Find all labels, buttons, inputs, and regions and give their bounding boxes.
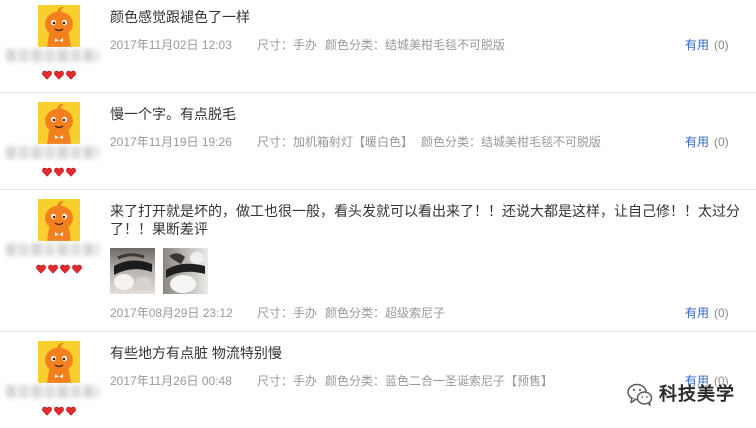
sku-color-label: 颜色分类： bbox=[325, 306, 386, 320]
rank-heart-icon bbox=[54, 406, 64, 416]
review-item: 颜色感觉跟褪色了一样 2017年11月02日 12:03 尺寸：手办 颜色分类：… bbox=[0, 0, 756, 93]
wechat-icon bbox=[627, 383, 653, 407]
sku-size-label: 尺寸： bbox=[257, 135, 294, 149]
review-date: 2017年11月19日 19:26 bbox=[110, 135, 232, 149]
useful-count: (0) bbox=[714, 135, 729, 149]
rank-heart-icon bbox=[72, 264, 82, 274]
sku-color-value: 超级索尼子 bbox=[385, 306, 446, 320]
useful-vote: 有用 (0) bbox=[685, 134, 729, 150]
useful-button[interactable]: 有用 bbox=[685, 306, 709, 320]
review-text: 有些地方有点脏 物流特别慢 bbox=[110, 345, 282, 361]
review-item: 有些地方有点脏 物流特别慢 2017年11月26日 00:48 尺寸：手办 颜色… bbox=[0, 332, 756, 425]
sku-color: 颜色分类：结城美柑毛毯不可脱版 bbox=[325, 37, 505, 53]
rank-heart-icon bbox=[42, 167, 52, 177]
review-text: 来了打开就是坏的，做工也很一般，看头发就可以看出来了！！还说大都是这样，让自己修… bbox=[110, 203, 740, 237]
sku-size-label: 尺寸： bbox=[257, 306, 294, 320]
review-date: 2017年08月29日 23:12 bbox=[110, 306, 233, 320]
reviewer-avatar bbox=[38, 5, 80, 47]
buyer-rank-hearts bbox=[0, 70, 118, 80]
review-list: 颜色感觉跟褪色了一样 2017年11月02日 12:03 尺寸：手办 颜色分类：… bbox=[0, 0, 756, 428]
review-item: 来了打开就是坏的，做工也很一般，看头发就可以看出来了！！还说大都是这样，让自己修… bbox=[0, 190, 756, 332]
rank-heart-icon bbox=[48, 264, 58, 274]
rank-heart-icon bbox=[66, 167, 76, 177]
watermark-text: 科技美学 bbox=[659, 384, 735, 404]
sku-color-value: 结城美柑毛毯不可脱版 bbox=[481, 135, 602, 149]
review-photo-thumbnail[interactable] bbox=[163, 248, 208, 294]
review-content: 颜色感觉跟褪色了一样 2017年11月02日 12:03 尺寸：手办 颜色分类：… bbox=[110, 8, 756, 53]
rank-heart-icon bbox=[42, 70, 52, 80]
review-text: 颜色感觉跟褪色了一样 bbox=[110, 9, 250, 25]
sku-color-label: 颜色分类： bbox=[421, 135, 482, 149]
sku-color: 颜色分类：超级索尼子 bbox=[325, 305, 445, 321]
review-meta: 2017年08月29日 23:12 尺寸：手办 颜色分类：超级索尼子 有用 (0) bbox=[110, 305, 756, 321]
reviewer-avatar bbox=[38, 102, 80, 144]
sku-color-value: 结城美柑毛毯不可脱版 bbox=[385, 38, 506, 52]
rank-heart-icon bbox=[54, 70, 64, 80]
sku-color: 颜色分类：结城美柑毛毯不可脱版 bbox=[421, 134, 601, 150]
reviewer-name-blurred bbox=[6, 243, 100, 256]
review-content: 来了打开就是坏的，做工也很一般，看头发就可以看出来了！！还说大都是这样，让自己修… bbox=[110, 202, 756, 321]
useful-count: (0) bbox=[714, 38, 729, 52]
sku-color-label: 颜色分类： bbox=[325, 374, 386, 388]
sku-size-label: 尺寸： bbox=[257, 374, 294, 388]
review-item: 慢一个字。有点脱毛 2017年11月19日 19:26 尺寸：加机箱射灯【暖白色… bbox=[0, 93, 756, 190]
reviewer-name-blurred bbox=[6, 49, 100, 62]
reviewer-name-blurred bbox=[6, 385, 100, 398]
sku-size: 尺寸：手办 bbox=[257, 37, 317, 53]
buyer-rank-hearts bbox=[0, 264, 118, 274]
review-text: 慢一个字。有点脱毛 bbox=[110, 106, 236, 122]
sku-size: 尺寸：加机箱射灯【暖白色】 bbox=[257, 134, 413, 150]
sku-size-value: 手办 bbox=[293, 306, 318, 320]
review-date: 2017年11月02日 12:03 bbox=[110, 38, 232, 52]
reviewer-avatar bbox=[38, 341, 80, 383]
useful-button[interactable]: 有用 bbox=[685, 135, 709, 149]
review-meta: 2017年11月02日 12:03 尺寸：手办 颜色分类：结城美柑毛毯不可脱版 … bbox=[110, 37, 756, 53]
sku-size-label: 尺寸： bbox=[257, 38, 294, 52]
buyer-rank-hearts bbox=[0, 167, 118, 177]
useful-vote: 有用 (0) bbox=[685, 37, 729, 53]
sku-color-label: 颜色分类： bbox=[325, 38, 386, 52]
review-content: 慢一个字。有点脱毛 2017年11月19日 19:26 尺寸：加机箱射灯【暖白色… bbox=[110, 105, 756, 150]
reviewer-name-blurred bbox=[6, 146, 100, 159]
rank-heart-icon bbox=[60, 264, 70, 274]
reviewer-avatar bbox=[38, 199, 80, 241]
buyer-rank-hearts bbox=[0, 406, 118, 416]
sku-size-value: 手办 bbox=[293, 38, 318, 52]
rank-heart-icon bbox=[36, 264, 46, 274]
sku-size-value: 手办 bbox=[293, 374, 318, 388]
review-photos bbox=[110, 248, 756, 294]
sku-color-value: 蓝色二合一圣诞索尼子【预售】 bbox=[385, 374, 554, 388]
useful-count: (0) bbox=[714, 306, 729, 320]
sku-size: 尺寸：手办 bbox=[257, 305, 317, 321]
rank-heart-icon bbox=[66, 70, 76, 80]
sku-color: 颜色分类：蓝色二合一圣诞索尼子【预售】 bbox=[325, 373, 553, 389]
review-meta: 2017年11月19日 19:26 尺寸：加机箱射灯【暖白色】 颜色分类：结城美… bbox=[110, 134, 756, 150]
rank-heart-icon bbox=[54, 167, 64, 177]
rank-heart-icon bbox=[42, 406, 52, 416]
useful-vote: 有用 (0) bbox=[685, 305, 729, 321]
review-date: 2017年11月26日 00:48 bbox=[110, 374, 232, 388]
rank-heart-icon bbox=[66, 406, 76, 416]
sku-size: 尺寸：手办 bbox=[257, 373, 317, 389]
sku-size-value: 加机箱射灯【暖白色】 bbox=[293, 135, 414, 149]
useful-button[interactable]: 有用 bbox=[685, 38, 709, 52]
